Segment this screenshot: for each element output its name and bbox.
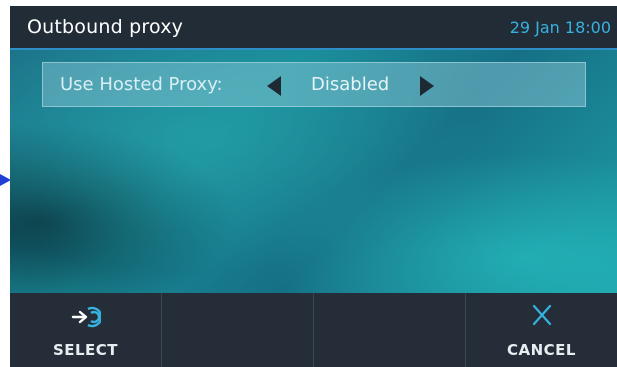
page-title: Outbound proxy [27, 16, 184, 38]
cancel-softkey-label: CANCEL [507, 341, 576, 359]
softkey-2[interactable] [162, 293, 314, 367]
cancel-softkey[interactable]: CANCEL [466, 293, 617, 367]
title-bar: Outbound proxy 29 Jan 18:00 [10, 6, 617, 50]
close-icon [532, 304, 551, 326]
date-time: 29 Jan 18:00 [509, 18, 611, 37]
phone-display: Outbound proxy 29 Jan 18:00 Use Hosted P… [0, 0, 617, 367]
arrow-right-icon[interactable] [420, 76, 434, 96]
hosted-proxy-setting-row[interactable]: Use Hosted Proxy: Disabled [42, 62, 586, 107]
arrow-left-icon[interactable] [267, 76, 281, 96]
select-softkey-label: SELECT [52, 341, 119, 359]
softkey-bar: SELECT CANCEL [10, 293, 617, 367]
screen: Outbound proxy 29 Jan 18:00 Use Hosted P… [10, 6, 617, 367]
setting-label: Use Hosted Proxy: [60, 74, 223, 95]
select-softkey[interactable]: SELECT [10, 293, 162, 367]
select-arrow-icon [71, 306, 101, 328]
content-area: Use Hosted Proxy: Disabled [10, 50, 617, 293]
setting-value: Disabled [311, 74, 390, 95]
softkey-3[interactable] [314, 293, 466, 367]
